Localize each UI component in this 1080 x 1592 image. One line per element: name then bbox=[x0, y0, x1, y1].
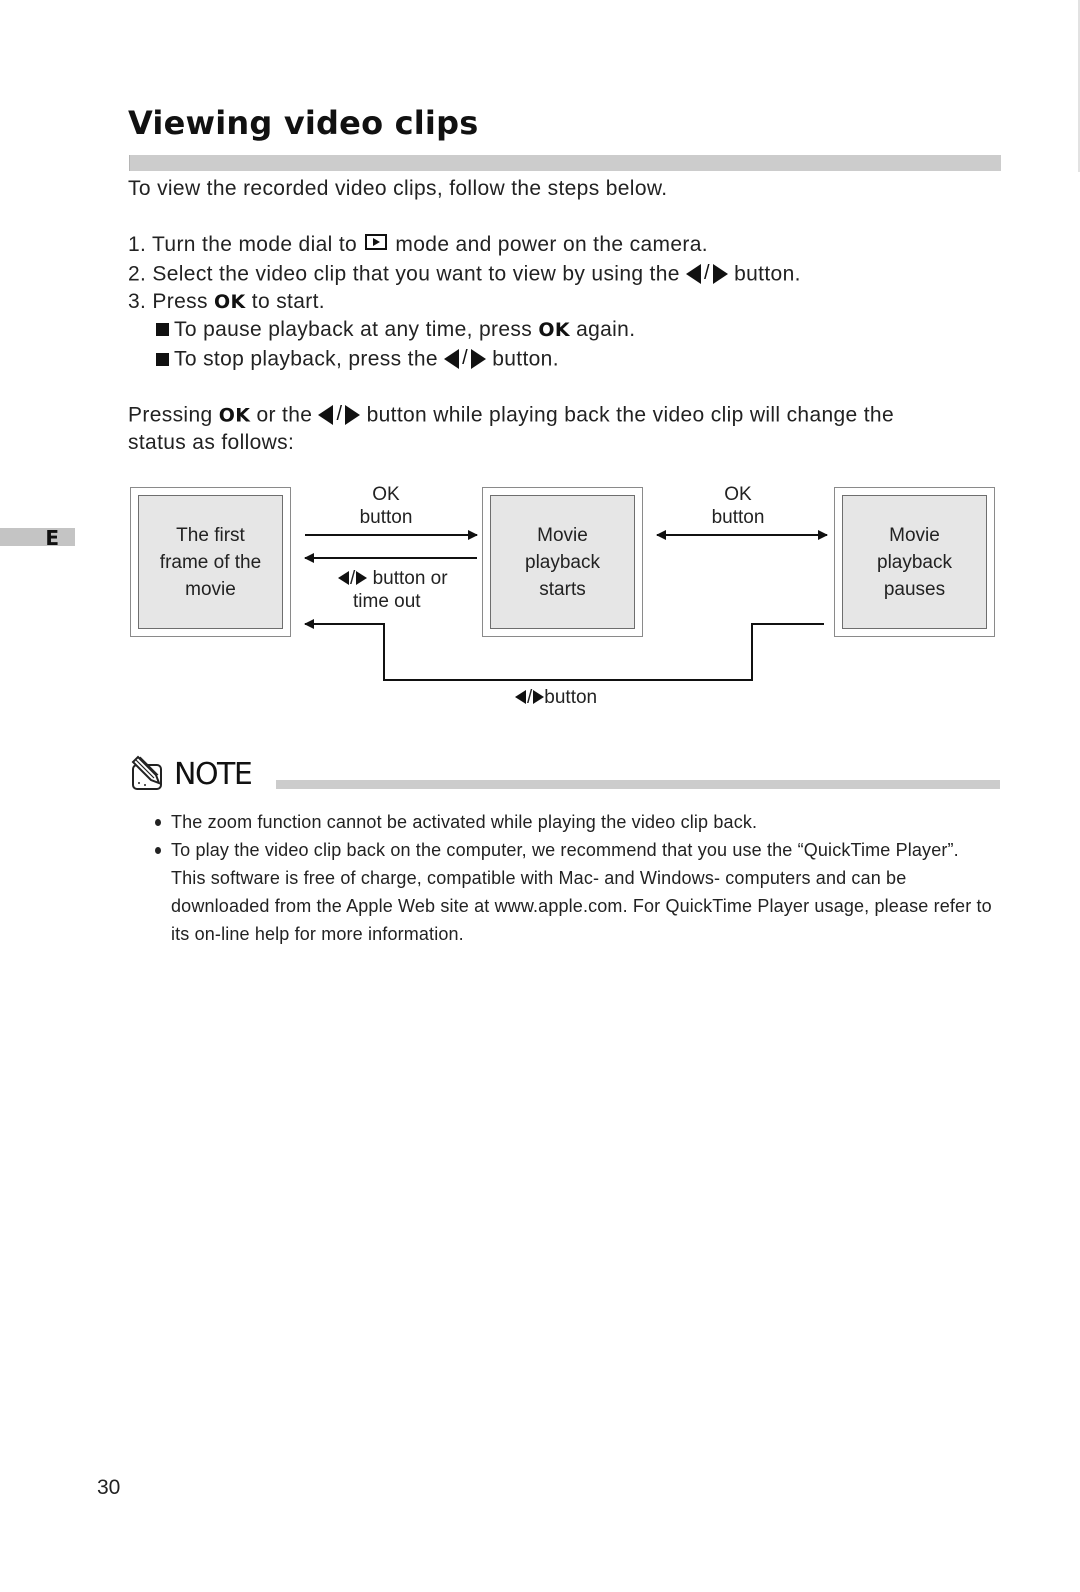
state-label-line: movie bbox=[185, 578, 236, 600]
note-item: To play the video clip back on the compu… bbox=[155, 836, 995, 948]
left-arrow-icon bbox=[338, 571, 349, 585]
page-number: 30 bbox=[97, 1476, 121, 1499]
state-label-line: playback bbox=[525, 551, 600, 573]
state-label-line: playback bbox=[877, 551, 952, 573]
transition-label-ok-2: OK button bbox=[688, 483, 788, 529]
state-label-line: frame of the bbox=[159, 551, 262, 573]
right-arrow-icon bbox=[533, 690, 545, 704]
note-list: The zoom function cannot be activated wh… bbox=[155, 808, 995, 948]
state-box-playback-pauses: Movie playback pauses bbox=[834, 487, 995, 637]
state-label-line: starts bbox=[539, 578, 586, 600]
transition-label-line: button bbox=[711, 507, 765, 528]
state-label-line: The first bbox=[176, 524, 245, 546]
note-item-text: To play the video clip back on the compu… bbox=[171, 840, 992, 944]
right-arrow-icon bbox=[356, 571, 368, 585]
bullet-dot-icon bbox=[155, 819, 161, 826]
state-diagram: The first frame of the movie Movie playb… bbox=[0, 0, 1080, 720]
slash-separator: / bbox=[527, 687, 533, 708]
transition-label-arrows-timeout: / button or time out bbox=[338, 567, 448, 613]
state-box-first-frame: The first frame of the movie bbox=[130, 487, 291, 637]
transition-label-line: time out bbox=[353, 591, 421, 612]
transition-label-line: button bbox=[544, 687, 598, 708]
state-label-line: pauses bbox=[883, 578, 946, 600]
left-arrow-icon bbox=[515, 690, 526, 704]
slash-separator: / bbox=[350, 568, 356, 589]
transition-label-ok-1: OK button bbox=[336, 483, 436, 529]
state-label-line: Movie bbox=[889, 524, 940, 546]
note-heading: NOTE bbox=[174, 757, 253, 792]
state-box-label: The first frame of the movie bbox=[138, 495, 283, 629]
state-box-playback-starts: Movie playback starts bbox=[482, 487, 643, 637]
transition-label-arrows-return: / button bbox=[515, 686, 597, 709]
state-box-label: Movie playback pauses bbox=[842, 495, 987, 629]
transition-label-line: OK bbox=[724, 484, 752, 505]
transition-label-line: button bbox=[359, 507, 413, 528]
transition-label-line: button or bbox=[372, 568, 448, 589]
note-divider-bar bbox=[276, 780, 1000, 789]
note-pencil-icon bbox=[131, 755, 162, 790]
transition-label-line: OK bbox=[372, 484, 400, 505]
note-item: The zoom function cannot be activated wh… bbox=[155, 808, 995, 836]
note-item-text: The zoom function cannot be activated wh… bbox=[171, 812, 758, 832]
bullet-dot-icon bbox=[155, 847, 161, 854]
state-box-label: Movie playback starts bbox=[490, 495, 635, 629]
state-label-line: Movie bbox=[537, 524, 588, 546]
